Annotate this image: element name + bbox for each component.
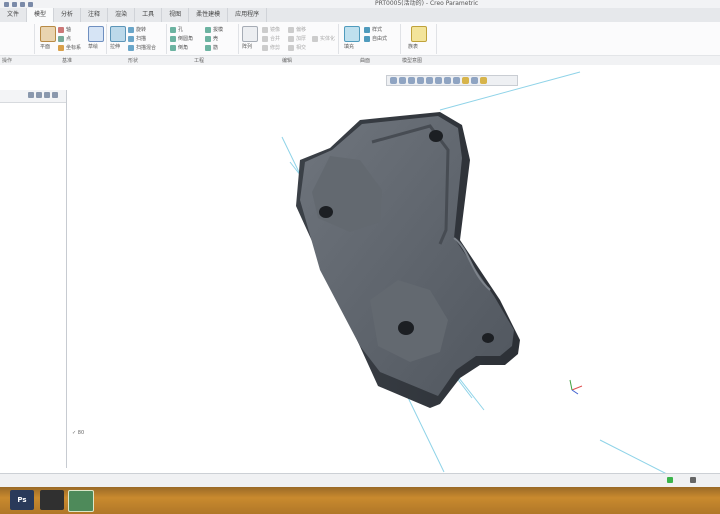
selection-filter-icon[interactable] bbox=[690, 477, 696, 483]
status-bar bbox=[0, 473, 720, 488]
windows-taskbar: Ps bbox=[0, 487, 720, 514]
datum-line-top[interactable] bbox=[439, 71, 581, 111]
hole-top-left[interactable] bbox=[319, 206, 333, 218]
taskbar-app-ps-icon[interactable]: Ps bbox=[10, 490, 34, 510]
part-model[interactable] bbox=[296, 112, 520, 408]
taskbar-app-terminal-icon[interactable] bbox=[40, 490, 64, 510]
hole-bottom-center[interactable] bbox=[398, 321, 414, 335]
taskbar-app-creo-icon[interactable] bbox=[68, 490, 94, 512]
hole-bottom-right[interactable] bbox=[482, 333, 494, 343]
hole-top-right[interactable] bbox=[429, 130, 443, 142]
coordinate-system-icon[interactable] bbox=[569, 379, 583, 395]
regen-ok-icon bbox=[667, 477, 673, 483]
graphics-area[interactable] bbox=[0, 0, 720, 514]
